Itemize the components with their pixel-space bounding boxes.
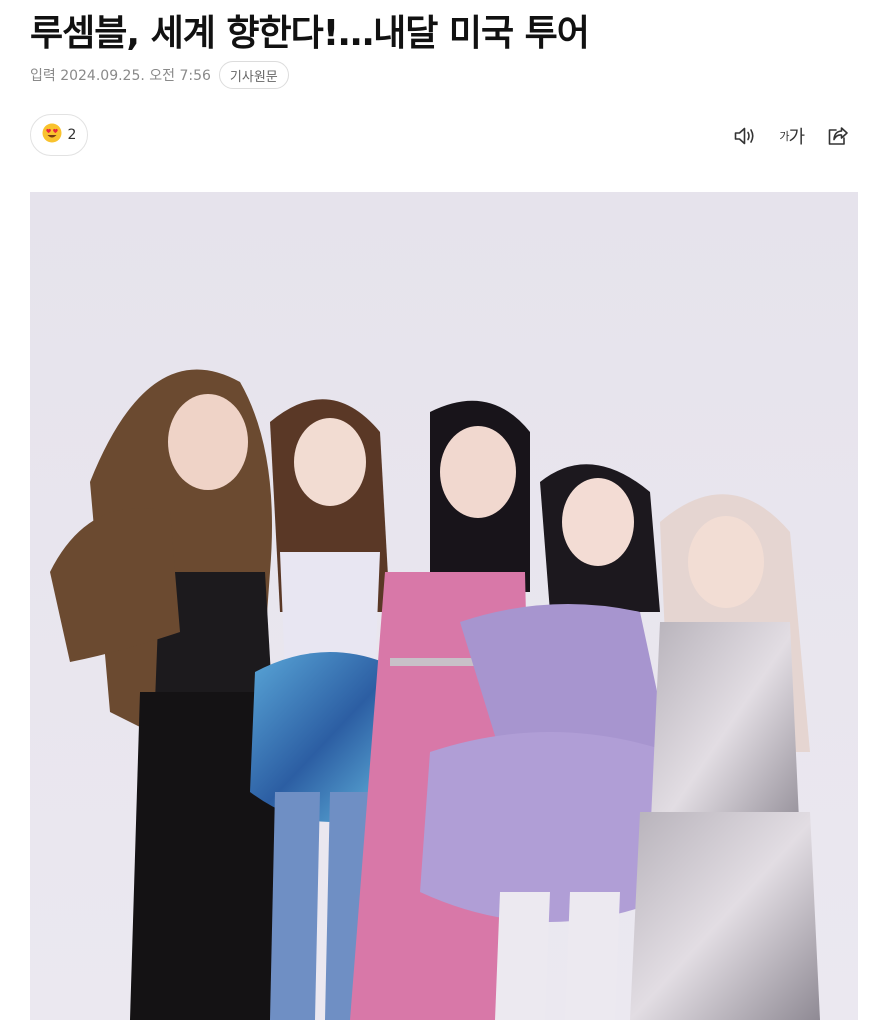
speaker-icon[interactable] (733, 125, 757, 147)
article-photo (30, 192, 858, 1020)
font-size-large-label: 가 (788, 127, 805, 148)
reaction-count: 2 (67, 127, 77, 143)
original-article-button[interactable]: 기사원문 (218, 61, 289, 89)
share-icon[interactable] (826, 125, 850, 147)
article-toolbar: 가가 (733, 122, 850, 150)
heart-eyes-emoji-icon (42, 123, 62, 147)
font-size-small-label: 가 (779, 130, 789, 143)
article-headline: 루셈블, 세계 향한다!…내달 미국 투어 (30, 13, 590, 54)
published-date: 입력 2024.09.25. 오전 7:56 (30, 68, 211, 84)
reaction-button[interactable]: 2 (30, 114, 88, 156)
article-meta: 입력 2024.09.25. 오전 7:56 기사원문 (30, 61, 289, 89)
font-size-button[interactable]: 가가 (779, 123, 805, 149)
